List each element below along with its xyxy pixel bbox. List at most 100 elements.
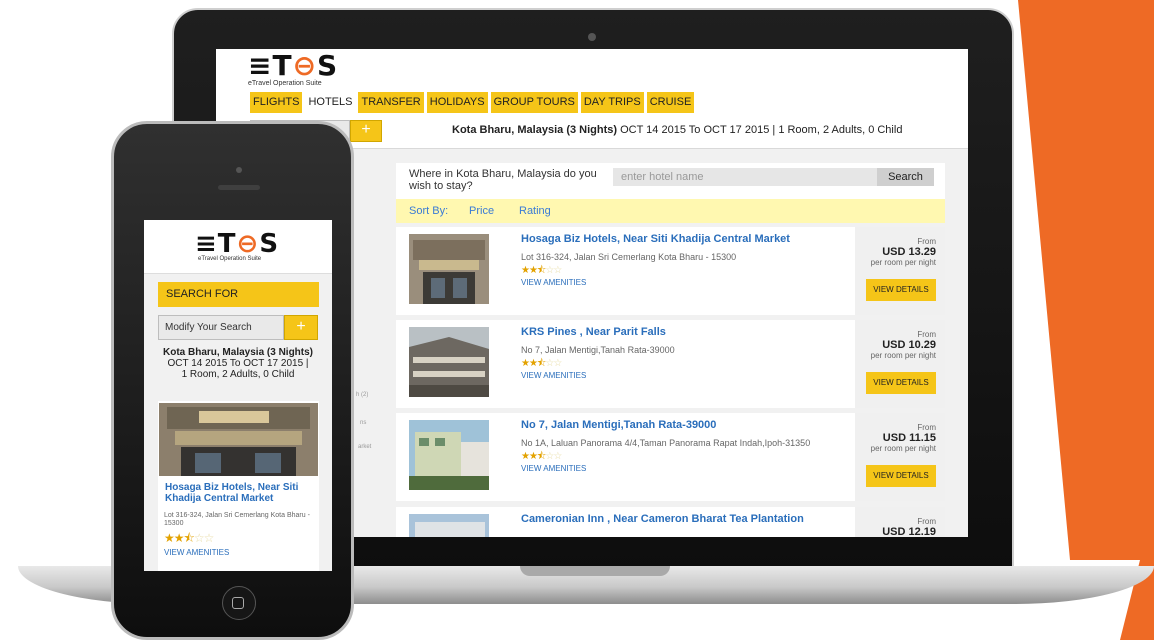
trip-destination: Kota Bharu, Malaysia (3 Nights) — [162, 347, 314, 358]
phone-camera — [236, 167, 242, 173]
hotel-name-link[interactable]: Hosaga Biz Hotels, Near Siti Khadija Cen… — [521, 233, 790, 245]
price-from-label: From — [917, 330, 936, 339]
view-details-button[interactable]: VIEW DETAILS — [866, 279, 936, 301]
tab-group-tours[interactable]: GROUP TOURS — [490, 92, 578, 113]
view-amenities-link[interactable]: VIEW AMENITIES — [521, 464, 586, 473]
sort-rating-link[interactable]: Rating — [519, 199, 551, 223]
tab-hotels[interactable]: HOTELS — [305, 92, 356, 113]
search-button[interactable]: Search — [877, 168, 934, 186]
hotel-photo[interactable] — [409, 234, 489, 304]
expand-plus-icon[interactable]: + — [350, 120, 382, 142]
hotel-result-card: No 7, Jalan Mentigi,Tanah Rata-39000 No … — [396, 413, 945, 501]
hotel-name-link[interactable]: Cameronian Inn , Near Cameron Bharat Tea… — [521, 513, 804, 525]
view-amenities-link[interactable]: VIEW AMENITIES — [521, 371, 586, 380]
sort-bar: Sort By: Price Rating — [396, 199, 945, 223]
sidebar-fragment: arket — [358, 444, 372, 450]
price-value: USD 12.19 — [882, 526, 936, 537]
stars-empty: ☆☆ — [545, 265, 562, 276]
view-amenities-link[interactable]: VIEW AMENITIES — [521, 278, 586, 287]
hotel-name-link[interactable]: KRS Pines , Near Parit Falls — [521, 326, 666, 338]
search-for-bar[interactable]: SEARCH FOR — [158, 282, 319, 307]
tab-flights[interactable]: FLIGHTS — [250, 92, 303, 113]
logo-text-post: S — [259, 229, 280, 259]
hotel-photo[interactable] — [409, 327, 489, 397]
phone-speaker — [218, 185, 260, 190]
laptop-camera — [588, 33, 596, 41]
price-from-label: From — [917, 423, 936, 432]
mobile-trip-summary: Kota Bharu, Malaysia (3 Nights) OCT 14 2… — [144, 347, 332, 380]
sidebar-fragment: h (2) — [356, 392, 369, 398]
hotel-result-card: Hosaga Biz Hotels, Near Siti Khadija Cen… — [396, 227, 945, 315]
price-value: USD 13.29 — [882, 246, 936, 258]
view-details-button[interactable]: VIEW DETAILS — [866, 372, 936, 394]
hotel-address: Lot 316-324, Jalan Sri Cemerlang Kota Bh… — [521, 252, 737, 262]
trip-summary: Kota Bharu, Malaysia (3 Nights) OCT 14 2… — [452, 124, 902, 136]
stars-filled: ★★⯪ — [164, 531, 195, 545]
tab-holidays[interactable]: HOLIDAYS — [426, 92, 488, 113]
hotel-name-link[interactable]: No 7, Jalan Mentigi,Tanah Rata-39000 — [521, 419, 716, 431]
expand-plus-icon[interactable]: + — [284, 315, 318, 340]
stars-filled: ★★⯪ — [521, 265, 546, 276]
trip-dates: OCT 14 2015 To OCT 17 2015 | — [167, 358, 309, 369]
phone-screen: ≡T⊖S eTravel Operation Suite SEARCH FOR … — [144, 220, 332, 571]
hotel-result-card: KRS Pines , Near Parit Falls No 7, Jalan… — [396, 320, 945, 408]
hotel-address: Lot 316-324, Jalan Sri Cemerlang Kota Bh… — [164, 512, 310, 527]
where-question: Where in Kota Bharu, Malaysia do you wis… — [409, 168, 597, 192]
hotel-result-card: Cameronian Inn , Near Cameron Bharat Tea… — [396, 507, 945, 537]
view-amenities-link[interactable]: VIEW AMENITIES — [164, 548, 229, 557]
price-from-label: From — [917, 517, 936, 526]
price-panel: From USD 12.19 — [855, 507, 945, 537]
price-unit: per room per night — [870, 258, 936, 267]
hotel-address: No 1A, Laluan Panorama 4/4,Taman Panoram… — [521, 438, 811, 448]
sidebar-fragment: ns — [360, 420, 367, 426]
etos-logo[interactable]: ≡T⊖S eTravel Operation Suite — [248, 52, 358, 88]
hotel-photo[interactable] — [159, 403, 318, 476]
price-value: USD 11.15 — [882, 432, 936, 444]
logo-text-post: S — [317, 49, 339, 82]
search-summary-bar: Modify Your Search + Kota Bharu, Malaysi… — [250, 120, 968, 157]
price-value: USD 10.29 — [882, 339, 936, 351]
price-unit: per room per night — [870, 444, 936, 453]
hotel-photo[interactable] — [409, 420, 489, 490]
tab-cruise[interactable]: CRUISE — [646, 92, 695, 113]
mobile-header: ≡T⊖S eTravel Operation Suite — [144, 220, 332, 274]
logo-text-pre: ≡T — [195, 229, 237, 259]
hotel-search-box: Where in Kota Bharu, Malaysia do you wis… — [396, 163, 945, 199]
logo-o-icon: ⊖ — [236, 229, 260, 259]
stars-empty: ☆☆ — [193, 531, 214, 545]
logo-tagline: eTravel Operation Suite — [248, 80, 322, 87]
trip-destination: Kota Bharu, Malaysia (3 Nights) — [452, 124, 618, 136]
tab-day-trips[interactable]: DAY TRIPS — [580, 92, 644, 113]
mobile-hotel-card: Hosaga Biz Hotels, Near Siti Khadija Cen… — [158, 401, 319, 571]
trip-occupancy: 1 Room, 2 Adults, 0 Child — [181, 369, 295, 380]
view-details-button[interactable]: VIEW DETAILS — [866, 465, 936, 487]
tab-transfer[interactable]: TRANSFER — [358, 92, 424, 113]
trip-dates: OCT 14 2015 To OCT 17 2015 — [620, 124, 770, 136]
price-panel: From USD 10.29 per room per night VIEW D… — [855, 320, 945, 408]
hotel-photo[interactable] — [409, 514, 489, 537]
stars-empty: ☆☆ — [545, 451, 562, 462]
price-unit: per room per night — [870, 351, 936, 360]
home-square-icon — [232, 597, 244, 609]
laptop-notch — [520, 566, 670, 576]
etos-logo[interactable]: ≡T⊖S eTravel Operation Suite — [195, 229, 280, 262]
price-panel: From USD 13.29 per room per night VIEW D… — [855, 227, 945, 315]
trip-occupancy: 1 Room, 2 Adults, 0 Child — [778, 124, 903, 136]
price-from-label: From — [917, 237, 936, 246]
stars-filled: ★★⯪ — [521, 358, 546, 369]
stars-empty: ☆☆ — [545, 358, 562, 369]
logo-mark: ≡T⊖S — [248, 52, 358, 80]
logo-text-pre: ≡T — [248, 49, 293, 82]
sort-price-link[interactable]: Price — [469, 199, 494, 223]
logo-o-icon: ⊖ — [292, 49, 318, 82]
star-rating-icon: ★★⯪☆☆ — [164, 529, 214, 550]
hotel-name-link[interactable]: Hosaga Biz Hotels, Near Siti Khadija Cen… — [165, 482, 315, 504]
logo-mark: ≡T⊖S — [195, 229, 280, 259]
sort-label: Sort By: — [409, 205, 449, 217]
modify-search-button[interactable]: Modify Your Search — [158, 315, 284, 340]
results-panel: Where in Kota Bharu, Malaysia do you wis… — [396, 163, 945, 537]
product-tabs: FLIGHTS HOTELS TRANSFER HOLIDAYS GROUP T… — [250, 92, 695, 113]
stars-filled: ★★⯪ — [521, 451, 546, 462]
hotel-name-input[interactable] — [613, 168, 877, 186]
price-panel: From USD 11.15 per room per night VIEW D… — [855, 413, 945, 501]
